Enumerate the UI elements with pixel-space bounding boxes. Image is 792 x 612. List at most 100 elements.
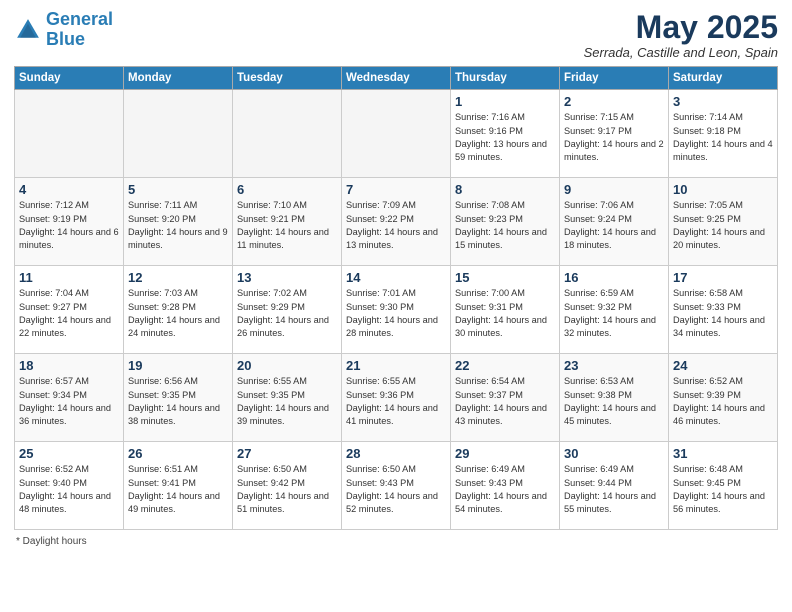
cell-info: Sunrise: 7:06 AM Sunset: 9:24 PM Dayligh…	[564, 199, 664, 252]
calendar-table: SundayMondayTuesdayWednesdayThursdayFrid…	[14, 66, 778, 530]
calendar-cell: 22 Sunrise: 6:54 AM Sunset: 9:37 PM Dayli…	[451, 354, 560, 442]
cell-info: Sunrise: 7:05 AM Sunset: 9:25 PM Dayligh…	[673, 199, 773, 252]
cell-info: Sunrise: 7:08 AM Sunset: 9:23 PM Dayligh…	[455, 199, 555, 252]
cell-info: Sunrise: 6:51 AM Sunset: 9:41 PM Dayligh…	[128, 463, 228, 516]
day-number: 12	[128, 270, 228, 285]
cell-info: Sunrise: 6:52 AM Sunset: 9:39 PM Dayligh…	[673, 375, 773, 428]
week-row-1: 1 Sunrise: 7:16 AM Sunset: 9:16 PM Daylig…	[15, 90, 778, 178]
cell-info: Sunrise: 7:03 AM Sunset: 9:28 PM Dayligh…	[128, 287, 228, 340]
day-header-sunday: Sunday	[15, 67, 124, 90]
logo-line1: General	[46, 9, 113, 29]
week-row-3: 11 Sunrise: 7:04 AM Sunset: 9:27 PM Dayli…	[15, 266, 778, 354]
day-header-monday: Monday	[124, 67, 233, 90]
cell-info: Sunrise: 6:55 AM Sunset: 9:35 PM Dayligh…	[237, 375, 337, 428]
calendar-cell: 23Sunrise: 6:53 AM Sunset: 9:38 PM Dayli…	[560, 354, 669, 442]
cell-info: Sunrise: 7:16 AM Sunset: 9:16 PM Dayligh…	[455, 111, 555, 164]
title-block: May 2025 Serrada, Castille and Leon, Spa…	[584, 10, 778, 60]
calendar-cell: 6 Sunrise: 7:10 AM Sunset: 9:21 PM Daylig…	[233, 178, 342, 266]
cell-info: Sunrise: 6:57 AM Sunset: 9:34 PM Dayligh…	[19, 375, 119, 428]
day-number: 7	[346, 182, 446, 197]
cell-info: Sunrise: 7:14 AM Sunset: 9:18 PM Dayligh…	[673, 111, 773, 164]
day-number: 25	[19, 446, 119, 461]
day-number: 20	[237, 358, 337, 373]
day-number: 27	[237, 446, 337, 461]
page-container: General Blue May 2025 Serrada, Castille …	[0, 0, 792, 561]
calendar-cell: 12 Sunrise: 7:03 AM Sunset: 9:28 PM Dayli…	[124, 266, 233, 354]
day-number: 23	[564, 358, 664, 373]
calendar-cell: 19 Sunrise: 6:56 AM Sunset: 9:35 PM Dayli…	[124, 354, 233, 442]
day-number: 6	[237, 182, 337, 197]
day-number: 21	[346, 358, 446, 373]
calendar-cell: 10 Sunrise: 7:05 AM Sunset: 9:25 PM Dayli…	[669, 178, 778, 266]
calendar-cell: 16 Sunrise: 6:59 AM Sunset: 9:32 PM Dayli…	[560, 266, 669, 354]
cell-info: Sunrise: 6:59 AM Sunset: 9:32 PM Dayligh…	[564, 287, 664, 340]
cell-info: Sunrise: 6:58 AM Sunset: 9:33 PM Dayligh…	[673, 287, 773, 340]
day-number: 1	[455, 94, 555, 109]
footnote: * Daylight hours	[14, 536, 778, 547]
calendar-cell: 1 Sunrise: 7:16 AM Sunset: 9:16 PM Daylig…	[451, 90, 560, 178]
cell-info: Sunrise: 6:49 AM Sunset: 9:43 PM Dayligh…	[455, 463, 555, 516]
cell-info: Sunrise: 6:55 AM Sunset: 9:36 PM Dayligh…	[346, 375, 446, 428]
calendar-cell: 17Sunrise: 6:58 AM Sunset: 9:33 PM Dayli…	[669, 266, 778, 354]
calendar-cell: 5Sunrise: 7:11 AM Sunset: 9:20 PM Daylig…	[124, 178, 233, 266]
calendar-cell: 14 Sunrise: 7:01 AM Sunset: 9:30 PM Dayli…	[342, 266, 451, 354]
cell-info: Sunrise: 7:00 AM Sunset: 9:31 PM Dayligh…	[455, 287, 555, 340]
cell-info: Sunrise: 7:09 AM Sunset: 9:22 PM Dayligh…	[346, 199, 446, 252]
day-number: 18	[19, 358, 119, 373]
cell-info: Sunrise: 6:50 AM Sunset: 9:43 PM Dayligh…	[346, 463, 446, 516]
day-number: 14	[346, 270, 446, 285]
calendar-cell: 18 Sunrise: 6:57 AM Sunset: 9:34 PM Dayli…	[15, 354, 124, 442]
calendar-cell: 4Sunrise: 7:12 AM Sunset: 9:19 PM Daylig…	[15, 178, 124, 266]
header: General Blue May 2025 Serrada, Castille …	[14, 10, 778, 60]
day-number: 29	[455, 446, 555, 461]
day-number: 30	[564, 446, 664, 461]
cell-info: Sunrise: 6:49 AM Sunset: 9:44 PM Dayligh…	[564, 463, 664, 516]
cell-info: Sunrise: 7:15 AM Sunset: 9:17 PM Dayligh…	[564, 111, 664, 164]
calendar-cell: 8 Sunrise: 7:08 AM Sunset: 9:23 PM Daylig…	[451, 178, 560, 266]
week-row-2: 4Sunrise: 7:12 AM Sunset: 9:19 PM Daylig…	[15, 178, 778, 266]
calendar-cell: 9Sunrise: 7:06 AM Sunset: 9:24 PM Daylig…	[560, 178, 669, 266]
day-number: 22	[455, 358, 555, 373]
calendar-cell: 29 Sunrise: 6:49 AM Sunset: 9:43 PM Dayli…	[451, 442, 560, 530]
calendar-cell: 25 Sunrise: 6:52 AM Sunset: 9:40 PM Dayli…	[15, 442, 124, 530]
day-number: 28	[346, 446, 446, 461]
week-row-5: 25 Sunrise: 6:52 AM Sunset: 9:40 PM Dayli…	[15, 442, 778, 530]
logo-icon	[14, 16, 42, 44]
cell-info: Sunrise: 6:50 AM Sunset: 9:42 PM Dayligh…	[237, 463, 337, 516]
cell-info: Sunrise: 7:02 AM Sunset: 9:29 PM Dayligh…	[237, 287, 337, 340]
calendar-header-row: SundayMondayTuesdayWednesdayThursdayFrid…	[15, 67, 778, 90]
day-number: 19	[128, 358, 228, 373]
day-number: 15	[455, 270, 555, 285]
day-header-tuesday: Tuesday	[233, 67, 342, 90]
logo: General Blue	[14, 10, 113, 50]
cell-info: Sunrise: 7:04 AM Sunset: 9:27 PM Dayligh…	[19, 287, 119, 340]
calendar-cell	[124, 90, 233, 178]
calendar-cell: 30 Sunrise: 6:49 AM Sunset: 9:44 PM Dayli…	[560, 442, 669, 530]
day-header-friday: Friday	[560, 67, 669, 90]
day-number: 13	[237, 270, 337, 285]
calendar-cell: 11 Sunrise: 7:04 AM Sunset: 9:27 PM Dayli…	[15, 266, 124, 354]
cell-info: Sunrise: 6:52 AM Sunset: 9:40 PM Dayligh…	[19, 463, 119, 516]
calendar-cell: 31Sunrise: 6:48 AM Sunset: 9:45 PM Dayli…	[669, 442, 778, 530]
calendar-cell: 2Sunrise: 7:15 AM Sunset: 9:17 PM Daylig…	[560, 90, 669, 178]
calendar-body: 1 Sunrise: 7:16 AM Sunset: 9:16 PM Daylig…	[15, 90, 778, 530]
cell-info: Sunrise: 7:10 AM Sunset: 9:21 PM Dayligh…	[237, 199, 337, 252]
cell-info: Sunrise: 6:56 AM Sunset: 9:35 PM Dayligh…	[128, 375, 228, 428]
cell-info: Sunrise: 7:11 AM Sunset: 9:20 PM Dayligh…	[128, 199, 228, 252]
calendar-cell: 27 Sunrise: 6:50 AM Sunset: 9:42 PM Dayli…	[233, 442, 342, 530]
logo-line2: Blue	[46, 29, 85, 49]
day-number: 10	[673, 182, 773, 197]
day-number: 11	[19, 270, 119, 285]
day-number: 8	[455, 182, 555, 197]
calendar-cell	[342, 90, 451, 178]
calendar-cell: 15 Sunrise: 7:00 AM Sunset: 9:31 PM Dayli…	[451, 266, 560, 354]
calendar-cell: 3Sunrise: 7:14 AM Sunset: 9:18 PM Daylig…	[669, 90, 778, 178]
day-number: 16	[564, 270, 664, 285]
calendar-cell: 20 Sunrise: 6:55 AM Sunset: 9:35 PM Dayli…	[233, 354, 342, 442]
cell-info: Sunrise: 7:01 AM Sunset: 9:30 PM Dayligh…	[346, 287, 446, 340]
calendar-cell: 21 Sunrise: 6:55 AM Sunset: 9:36 PM Dayli…	[342, 354, 451, 442]
cell-info: Sunrise: 6:54 AM Sunset: 9:37 PM Dayligh…	[455, 375, 555, 428]
location: Serrada, Castille and Leon, Spain	[584, 45, 778, 60]
week-row-4: 18 Sunrise: 6:57 AM Sunset: 9:34 PM Dayli…	[15, 354, 778, 442]
day-number: 26	[128, 446, 228, 461]
